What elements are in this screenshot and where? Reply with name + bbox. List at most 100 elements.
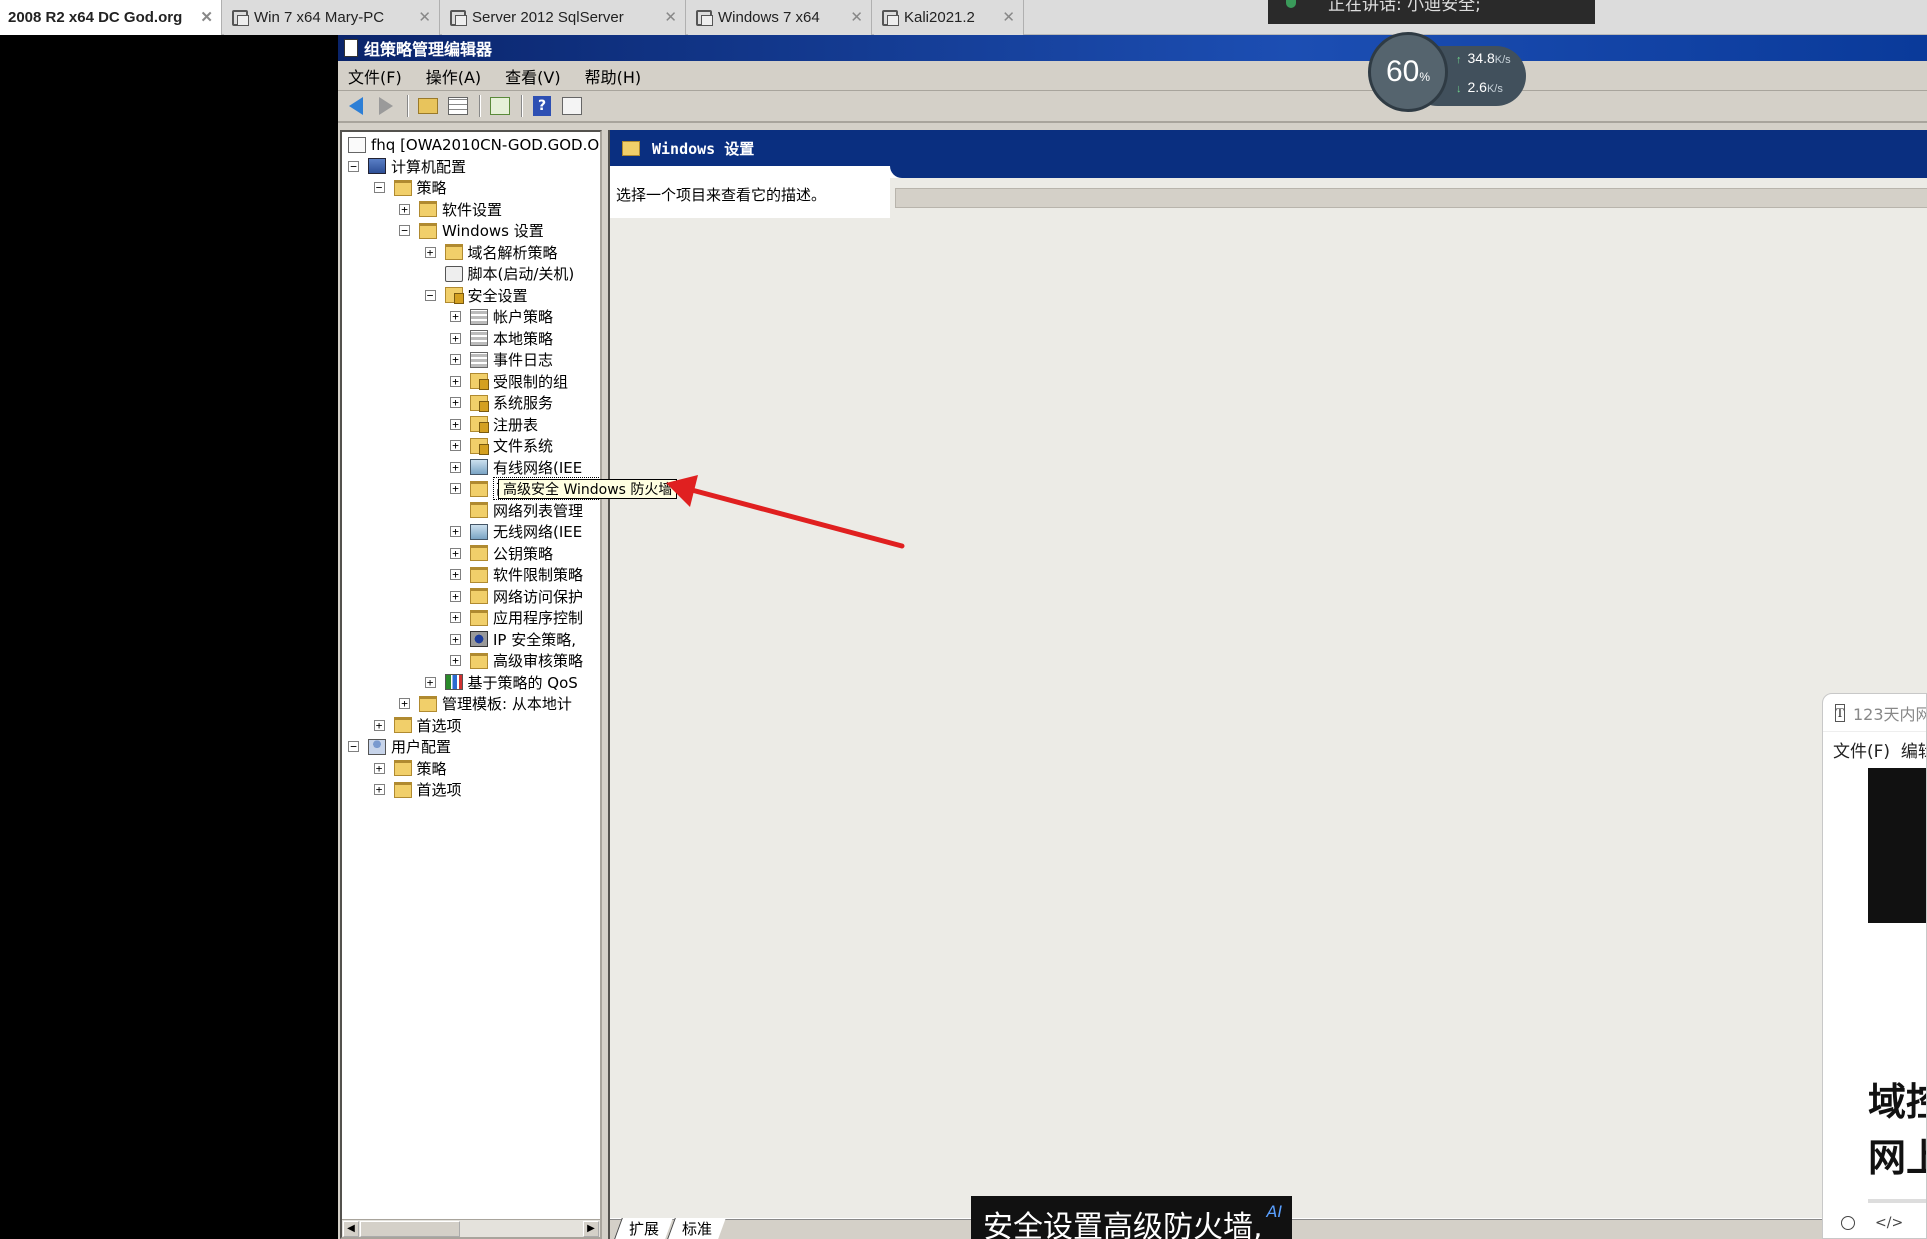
text-file-icon: T	[1835, 703, 1845, 722]
close-icon[interactable]: ✕	[418, 8, 431, 26]
tree-item[interactable]: − 用户配置	[348, 736, 451, 757]
expand-icon[interactable]: +	[424, 246, 436, 258]
tab-extended[interactable]: 扩展	[614, 1218, 673, 1239]
tree-item[interactable]: + 受限制的组	[450, 371, 568, 392]
tree-item[interactable]: + 基于策略的 QoS	[424, 672, 578, 693]
expand-icon[interactable]: +	[450, 483, 461, 494]
window-title-bar[interactable]: 组策略管理编辑器	[338, 35, 1927, 61]
tree-item[interactable]: + 事件日志	[450, 349, 553, 370]
help-button[interactable]: ?	[528, 93, 556, 119]
expand-icon[interactable]: +	[399, 203, 410, 215]
tree-item[interactable]: − Windows 设置	[399, 220, 544, 241]
tree-item[interactable]: + 管理模板: 从本地计	[399, 693, 572, 714]
up-level-button[interactable]	[414, 93, 442, 119]
close-icon[interactable]: ✕	[664, 8, 677, 26]
tree-item[interactable]: + 策略	[373, 758, 447, 779]
menu-help[interactable]: 帮助(H)	[585, 64, 642, 88]
forward-button[interactable]	[372, 93, 400, 119]
back-button[interactable]	[342, 93, 370, 119]
vm-tab-kali[interactable]: Kali2021.2 ✕	[874, 0, 1024, 35]
tree-item[interactable]: + 本地策略	[450, 328, 553, 349]
notepad-title-bar[interactable]: T 123天内网	[1823, 694, 1926, 732]
tree-item[interactable]: + 有线网络(IEE	[450, 457, 582, 478]
expand-icon[interactable]: +	[450, 461, 461, 473]
scroll-right-icon[interactable]: ▶	[583, 1221, 599, 1237]
tree-item[interactable]: + 高级审核策略	[450, 650, 583, 671]
tree-item[interactable]: + 首选项	[373, 779, 462, 800]
notepad-menu[interactable]: 文件(F) 编辑	[1823, 732, 1926, 766]
tree-item[interactable]: + 注册表	[450, 414, 538, 435]
tree-item[interactable]: + 域名解析策略	[424, 242, 558, 263]
network-monitor-widget[interactable]: 60% ↑ 34.8K/s ↓ 2.6K/s	[1368, 32, 1528, 112]
tree-item[interactable]: 网络列表管理	[450, 500, 583, 521]
circle-icon[interactable]	[1841, 1216, 1855, 1230]
collapse-icon[interactable]: −	[373, 182, 385, 193]
tree-item[interactable]: + IP 安全策略,	[450, 629, 576, 650]
tree-item[interactable]: + 软件设置	[399, 199, 502, 220]
tree-item-label: 网络访问保护	[493, 587, 584, 606]
tree-item[interactable]: + 无线网络(IEE	[450, 521, 582, 542]
expand-icon[interactable]: +	[450, 440, 461, 451]
close-icon[interactable]: ✕	[850, 8, 863, 26]
expand-icon[interactable]: +	[450, 375, 461, 387]
tree-item[interactable]: − 计算机配置	[348, 156, 466, 177]
expand-icon[interactable]: +	[373, 784, 385, 795]
close-icon[interactable]: ✕	[200, 8, 213, 26]
export-list-button[interactable]	[486, 93, 514, 119]
code-icon[interactable]: </>	[1875, 1215, 1903, 1231]
expand-icon[interactable]: +	[450, 569, 461, 580]
tree-item[interactable]: fhq [OWA2010CN-GOD.GOD.ORG]	[348, 134, 600, 155]
notepad-window[interactable]: T 123天内网 文件(F) 编辑 域控 网上 </>	[1822, 693, 1927, 1239]
expand-icon[interactable]: +	[450, 311, 461, 322]
tree-horizontal-scrollbar[interactable]: ◀ ▶	[342, 1219, 600, 1237]
tree-item[interactable]: + 公钥策略	[450, 543, 553, 564]
tree-item[interactable]: − 安全设置	[424, 285, 528, 306]
expand-icon[interactable]: +	[450, 612, 461, 623]
tree-item[interactable]: + 软件限制策略	[450, 564, 583, 585]
expand-icon[interactable]: +	[373, 762, 385, 774]
tree-item[interactable]: 脚本(启动/关机)	[425, 263, 574, 284]
close-icon[interactable]: ✕	[1002, 8, 1015, 26]
vm-tab-win7[interactable]: Windows 7 x64 ✕	[688, 0, 872, 35]
collapse-icon[interactable]: −	[399, 225, 410, 236]
tree-item[interactable]: − 策略	[373, 177, 447, 198]
collapse-icon[interactable]: −	[424, 289, 436, 301]
console-tree[interactable]: fhq [OWA2010CN-GOD.GOD.ORG] − 计算机配置 − 策略 + 软件设…	[340, 130, 602, 1239]
expand-icon[interactable]: +	[450, 397, 461, 408]
collapse-icon[interactable]: −	[348, 741, 359, 752]
vm-tab-2008-dc[interactable]: 2008 R2 x64 DC God.org ✕	[0, 0, 222, 35]
expand-icon[interactable]: +	[450, 547, 461, 559]
tree-item[interactable]: + 网络访问保护	[450, 586, 583, 607]
security-icon	[470, 416, 489, 433]
expand-icon[interactable]: +	[373, 719, 385, 731]
tree-item-label: 域名解析策略	[467, 243, 558, 262]
expand-icon[interactable]: +	[450, 354, 461, 365]
tree-item[interactable]: + 首选项	[373, 715, 462, 736]
expand-icon[interactable]: +	[450, 590, 461, 602]
expand-icon[interactable]: +	[450, 655, 461, 666]
vm-tab-server2012[interactable]: Server 2012 SqlServer ✕	[442, 0, 686, 35]
tree-item[interactable]: + 帐户策略	[450, 306, 553, 327]
collapse-icon[interactable]: −	[348, 160, 359, 172]
scroll-thumb[interactable]	[360, 1221, 460, 1237]
expand-icon[interactable]: +	[450, 418, 461, 430]
tree-item[interactable]: + 系统服务	[450, 392, 553, 413]
tree-item[interactable]: + 应用程序控制	[450, 607, 583, 628]
menu-view[interactable]: 查看(V)	[505, 64, 560, 88]
scroll-left-icon[interactable]: ◀	[343, 1221, 359, 1237]
security-icon	[444, 287, 464, 304]
menu-action[interactable]: 操作(A)	[426, 64, 481, 88]
expand-icon[interactable]: +	[450, 332, 461, 344]
upload-speed: ↑ 34.8K/s	[1456, 50, 1511, 66]
expand-icon[interactable]: +	[450, 633, 461, 645]
list-column-header[interactable]	[895, 188, 1927, 208]
tab-standard[interactable]: 标准	[667, 1218, 726, 1239]
properties-button[interactable]	[558, 93, 586, 119]
show-hide-tree-button[interactable]	[444, 93, 472, 119]
expand-icon[interactable]: +	[399, 698, 410, 709]
vm-tab-win7-mary[interactable]: Win 7 x64 Mary-PC ✕	[224, 0, 440, 35]
expand-icon[interactable]: +	[424, 676, 436, 688]
tree-item[interactable]: + 文件系统	[450, 435, 553, 456]
expand-icon[interactable]: +	[450, 526, 461, 537]
menu-file[interactable]: 文件(F)	[348, 64, 402, 88]
